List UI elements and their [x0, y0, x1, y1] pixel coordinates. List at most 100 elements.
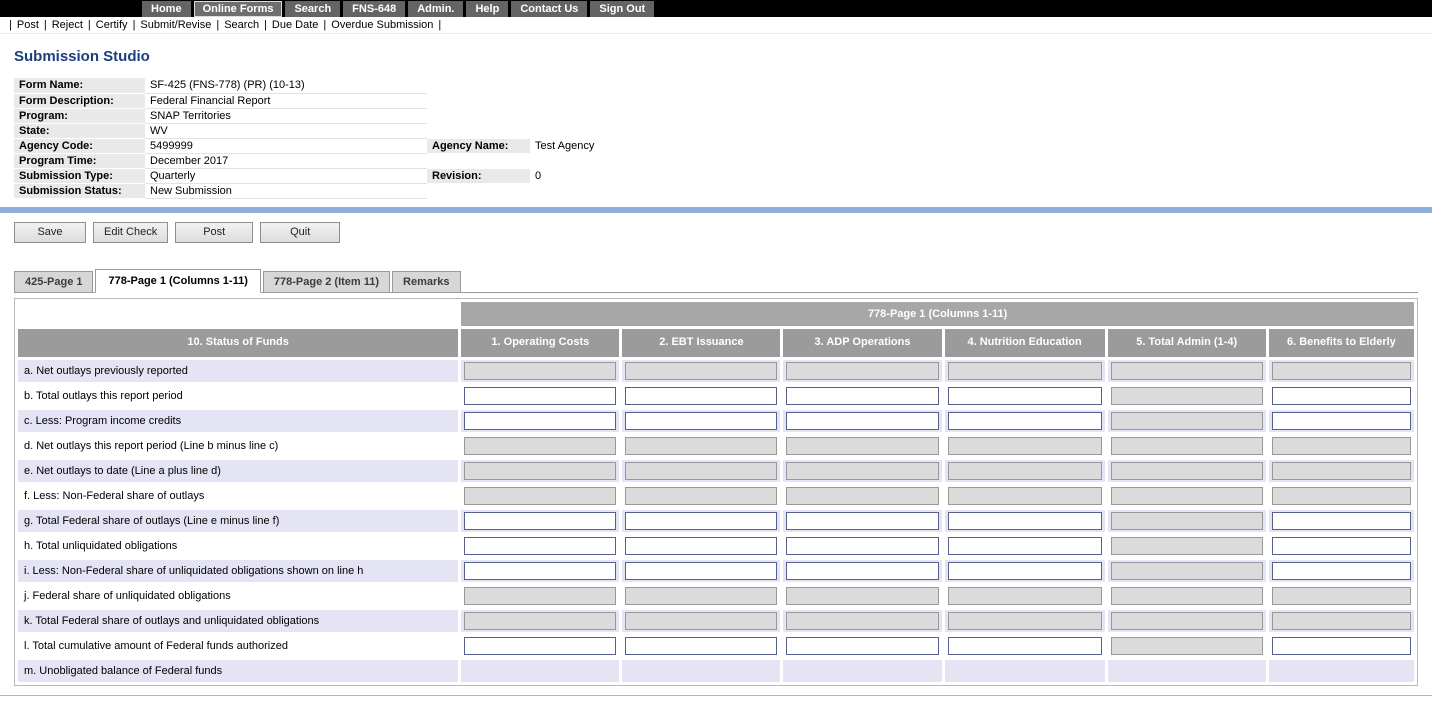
grid-cell-a-4	[945, 360, 1105, 382]
nav-admin[interactable]: Admin.	[408, 1, 463, 17]
menu-search[interactable]: Search	[224, 19, 259, 31]
input-c-col4[interactable]	[948, 412, 1102, 430]
save-button[interactable]: Save	[14, 222, 86, 243]
input-i-col1[interactable]	[464, 562, 616, 580]
grid-cell-l-6	[1269, 635, 1414, 657]
menu-overdue-submission[interactable]: Overdue Submission	[331, 19, 433, 31]
input-h-col6[interactable]	[1272, 537, 1411, 555]
tab-778-page-1-columns-1-11[interactable]: 778-Page 1 (Columns 1-11)	[95, 269, 260, 293]
tab-425-page-1[interactable]: 425-Page 1	[14, 271, 93, 292]
grid-cell-i-1	[461, 560, 619, 582]
input-c-col3[interactable]	[786, 412, 938, 430]
row-label-i: i. Less: Non-Federal share of unliquidat…	[18, 560, 458, 582]
menu-separator: |	[133, 19, 136, 31]
input-c-col6[interactable]	[1272, 412, 1411, 430]
input-l-col5	[1111, 637, 1263, 655]
grid-cell-k-6	[1269, 610, 1414, 632]
menu-post[interactable]: Post	[17, 19, 39, 31]
input-g-col1[interactable]	[464, 512, 616, 530]
menu-submit-revise[interactable]: Submit/Revise	[140, 19, 211, 31]
input-h-col4[interactable]	[948, 537, 1102, 555]
grid-cell-j-5	[1108, 585, 1266, 607]
input-i-col2[interactable]	[625, 562, 777, 580]
input-g-col2[interactable]	[625, 512, 777, 530]
input-b-col5	[1111, 387, 1263, 405]
field-value-2	[530, 78, 1418, 93]
row-label-e: e. Net outlays to date (Line a plus line…	[18, 460, 458, 482]
input-b-col4[interactable]	[948, 387, 1102, 405]
grid-cell-g-4	[945, 510, 1105, 532]
menu-separator: |	[88, 19, 91, 31]
grid-cell-h-3	[783, 535, 941, 557]
field-label-2	[427, 78, 530, 93]
grid-row-d: d. Net outlays this report period (Line …	[18, 435, 1414, 457]
nav-home[interactable]: Home	[142, 1, 191, 17]
grid-cell-b-1	[461, 385, 619, 407]
grid-row-h: h. Total unliquidated obligations	[18, 535, 1414, 557]
input-l-col4[interactable]	[948, 637, 1102, 655]
input-g-col4[interactable]	[948, 512, 1102, 530]
menu-reject[interactable]: Reject	[52, 19, 83, 31]
field-value-2	[530, 93, 1418, 108]
input-l-col6[interactable]	[1272, 637, 1411, 655]
input-l-col1[interactable]	[464, 637, 616, 655]
grid-cell-f-6	[1269, 485, 1414, 507]
grid-cell-c-3	[783, 410, 941, 432]
input-j-col6	[1272, 587, 1411, 605]
tab-778-page-2-item-11[interactable]: 778-Page 2 (Item 11)	[263, 271, 390, 292]
field-value-2	[530, 183, 1418, 198]
input-i-col4[interactable]	[948, 562, 1102, 580]
input-c-col2[interactable]	[625, 412, 777, 430]
input-b-col2[interactable]	[625, 387, 777, 405]
quit-button[interactable]: Quit	[260, 222, 340, 243]
grid-cell-m-2	[622, 660, 780, 682]
field-label-2: Agency Name:	[427, 138, 530, 153]
post-button[interactable]: Post	[175, 222, 253, 243]
input-g-col5	[1111, 512, 1263, 530]
nav-contact-us[interactable]: Contact Us	[511, 1, 587, 17]
tab-remarks[interactable]: Remarks	[392, 271, 460, 292]
nav-sign-out[interactable]: Sign Out	[590, 1, 654, 17]
nav-search[interactable]: Search	[285, 1, 340, 17]
input-c-col1[interactable]	[464, 412, 616, 430]
input-h-col2[interactable]	[625, 537, 777, 555]
grid-cell-m-6	[1269, 660, 1414, 682]
nav-help[interactable]: Help	[466, 1, 508, 17]
menu-due-date[interactable]: Due Date	[272, 19, 318, 31]
action-buttons: Save Edit Check Post Quit	[14, 222, 1432, 243]
nav-online-forms[interactable]: Online Forms	[194, 1, 283, 17]
input-h-col3[interactable]	[786, 537, 938, 555]
grid-row-b: b. Total outlays this report period	[18, 385, 1414, 407]
input-b-col3[interactable]	[786, 387, 938, 405]
input-j-col3	[786, 587, 938, 605]
edit-check-button[interactable]: Edit Check	[93, 222, 168, 243]
input-l-col2[interactable]	[625, 637, 777, 655]
input-b-col6[interactable]	[1272, 387, 1411, 405]
input-i-col3[interactable]	[786, 562, 938, 580]
form-details-body: Form Name:SF-425 (FNS-778) (PR) (10-13)F…	[14, 78, 1418, 198]
menu-separator: |	[438, 19, 441, 31]
field-value: Quarterly	[145, 168, 427, 183]
input-h-col1[interactable]	[464, 537, 616, 555]
grid-cell-l-1	[461, 635, 619, 657]
grid-cell-f-3	[783, 485, 941, 507]
field-value: SNAP Territories	[145, 108, 427, 123]
form-detail-row: Form Description:Federal Financial Repor…	[14, 93, 1418, 108]
grid-cell-k-5	[1108, 610, 1266, 632]
field-label-2	[427, 108, 530, 123]
input-f-col1	[464, 487, 616, 505]
input-e-col4	[948, 462, 1102, 480]
nav-fns-648[interactable]: FNS-648	[343, 1, 405, 17]
input-g-col3[interactable]	[786, 512, 938, 530]
grid-cell-h-1	[461, 535, 619, 557]
grid-cell-g-1	[461, 510, 619, 532]
input-i-col6[interactable]	[1272, 562, 1411, 580]
menu-certify[interactable]: Certify	[96, 19, 128, 31]
input-g-col6[interactable]	[1272, 512, 1411, 530]
input-l-col3[interactable]	[786, 637, 938, 655]
input-b-col1[interactable]	[464, 387, 616, 405]
grid-cell-i-5	[1108, 560, 1266, 582]
grid-cell-k-2	[622, 610, 780, 632]
field-value: December 2017	[145, 153, 427, 168]
grid-cell-d-4	[945, 435, 1105, 457]
